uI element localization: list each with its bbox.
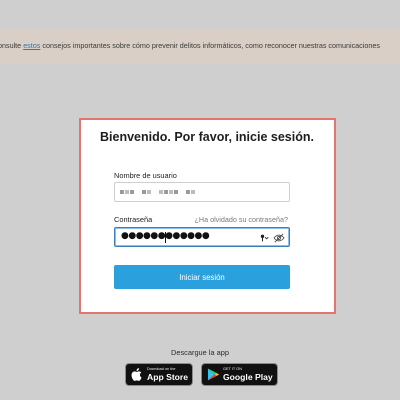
app-store-big-text: App Store (147, 371, 189, 382)
username-input[interactable] (114, 182, 290, 202)
security-banner: onsulte estos consejos importantes sobre… (0, 29, 400, 63)
text-caret (165, 232, 166, 243)
google-play-badge[interactable]: GET IT ON Google Play (201, 363, 278, 386)
apple-icon (131, 368, 142, 381)
app-store-text: Download on the App Store (147, 367, 189, 382)
forgot-password-link[interactable]: ¿Ha olvidado su contraseña? (195, 215, 289, 224)
password-label: Contraseña (114, 215, 153, 224)
banner-suffix: consejos importantes sobre cómo prevenir… (40, 41, 380, 50)
banner-link[interactable]: estos (23, 41, 40, 50)
key-icon[interactable] (260, 233, 270, 243)
page: onsulte estos consejos importantes sobre… (0, 0, 400, 400)
google-play-text: GET IT ON Google Play (223, 367, 273, 382)
google-play-big-text: Google Play (223, 371, 273, 382)
login-card: Bienvenido. Por favor, inicie sesión. No… (79, 118, 336, 314)
banner-text: onsulte estos consejos importantes sobre… (0, 29, 380, 63)
download-app-label: Descargue la app (171, 348, 229, 357)
banner-prefix: onsulte (0, 41, 24, 50)
eye-slash-icon[interactable] (273, 233, 285, 243)
username-label: Nombre de usuario (114, 171, 177, 180)
password-input[interactable]: ●●●●●●●●●●●● (114, 227, 290, 247)
google-play-icon (207, 368, 220, 381)
username-redacted-value (120, 190, 195, 194)
login-button[interactable]: Iniciar sesión (114, 265, 290, 289)
app-store-badge[interactable]: Download on the App Store (125, 363, 193, 386)
login-title: Bienvenido. Por favor, inicie sesión. (100, 130, 314, 144)
